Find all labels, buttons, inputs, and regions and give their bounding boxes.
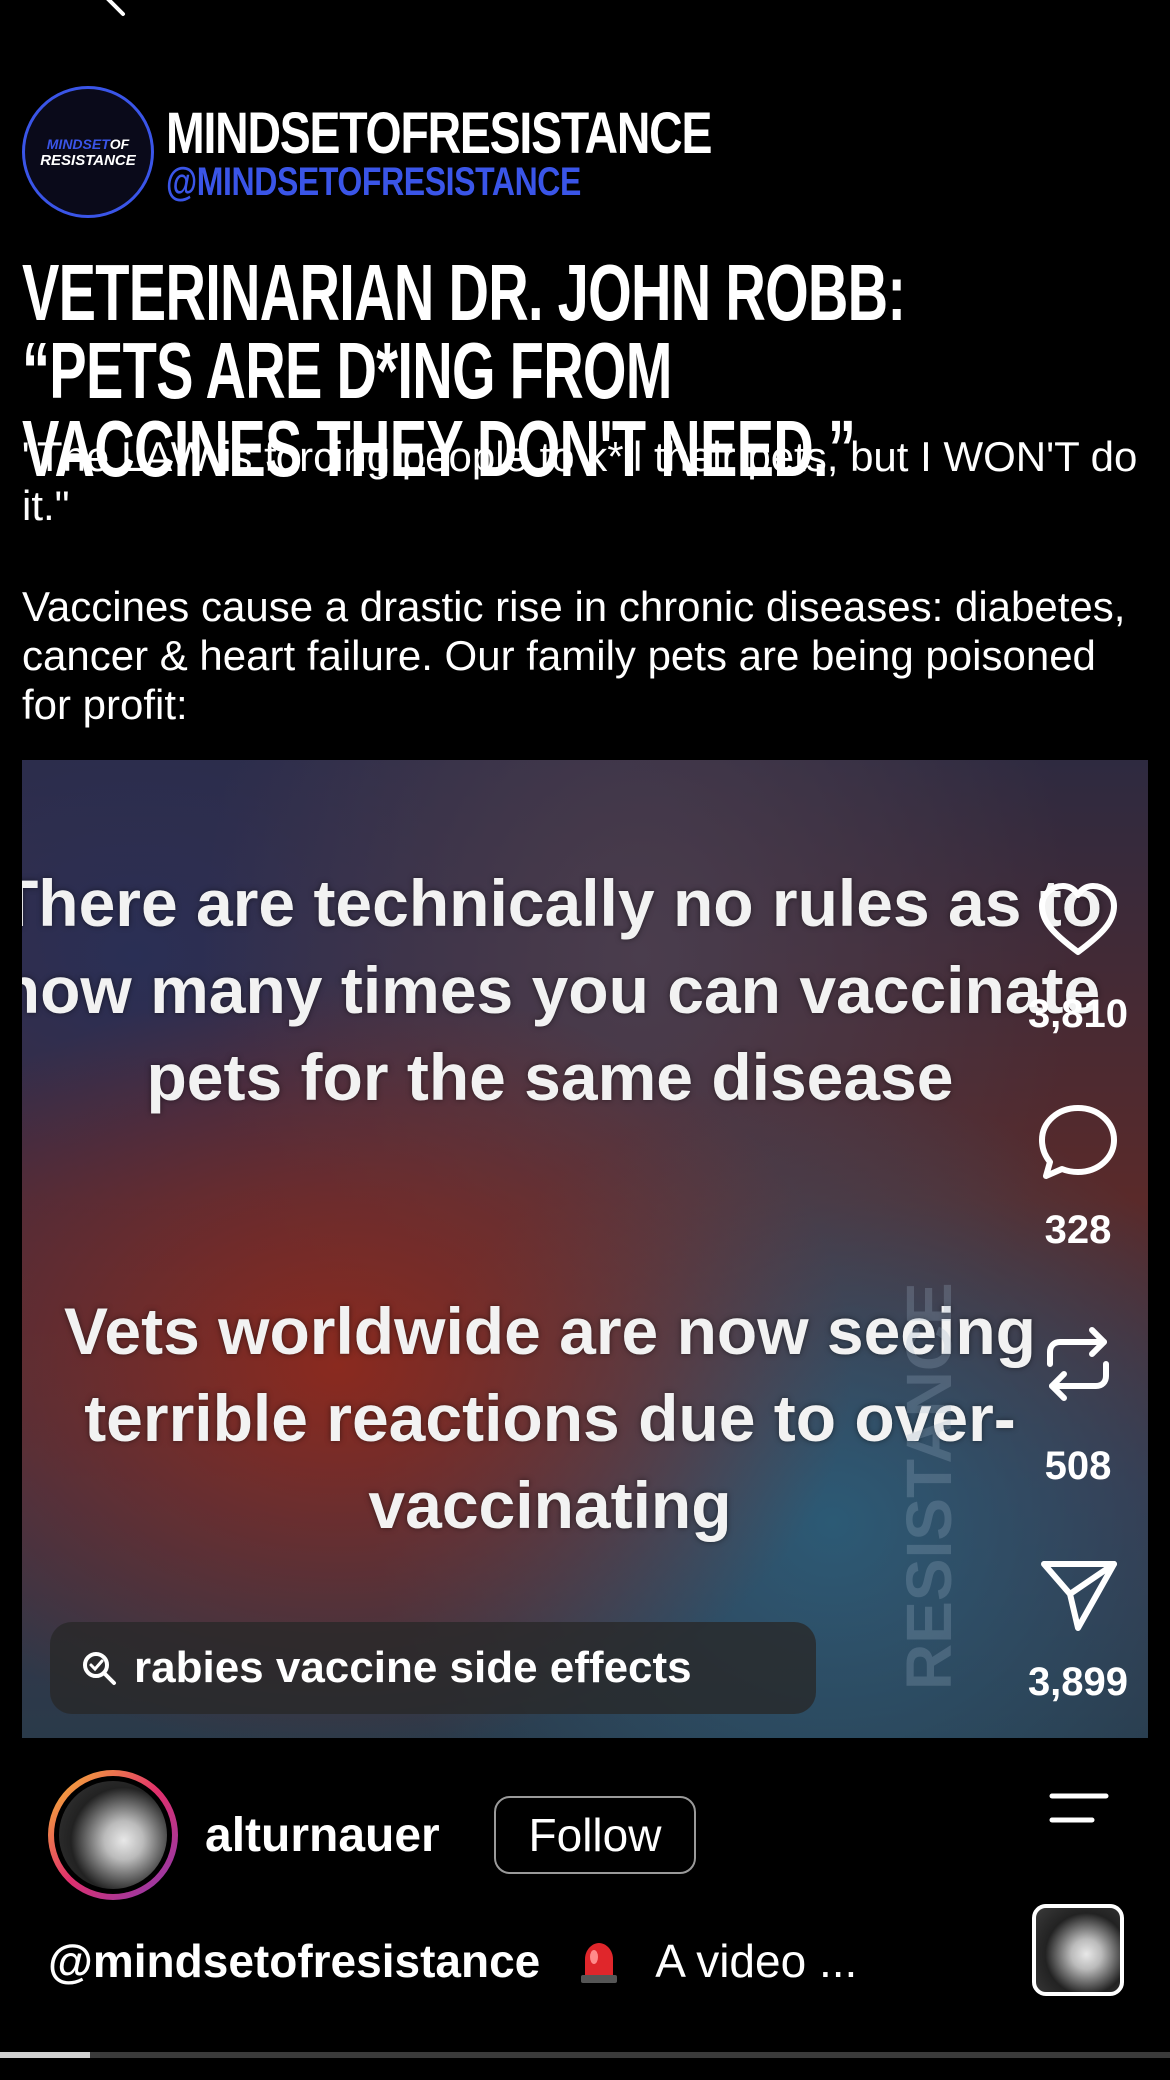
search-suggestion-chip[interactable]: rabies vaccine side effects [50, 1622, 816, 1714]
video-overlay-text-1: There are technically no rules as to how… [22, 866, 1103, 1114]
post-caption[interactable]: @mindsetofresistance A video ... [48, 1934, 857, 1988]
audio-thumbnail[interactable] [1032, 1904, 1124, 1996]
brand-handle: @MINDSETOFRESISTANCE [166, 160, 581, 204]
caption-handle[interactable]: @mindsetofresistance [48, 1935, 540, 1987]
repost-icon[interactable] [1034, 1320, 1122, 1408]
username[interactable]: alturnauer [205, 1808, 440, 1863]
comment-count: 328 [1044, 1208, 1112, 1252]
avatar[interactable] [48, 1770, 178, 1900]
video-progress-fill [0, 2052, 91, 2058]
comment-icon[interactable] [1034, 1098, 1122, 1186]
repost-count: 508 [1044, 1444, 1112, 1488]
share-count: 3,899 [1027, 1660, 1129, 1704]
post-quote: "The LAW is forcing people to k*ll their… [22, 433, 1138, 529]
search-chip-label: rabies vaccine side effects [134, 1643, 692, 1692]
follow-button[interactable]: Follow [494, 1796, 696, 1874]
brand-logo: MINDSETOF RESISTANCE [22, 86, 154, 218]
search-icon [83, 1652, 116, 1685]
caption-text: A video ... [655, 1935, 858, 1987]
share-icon[interactable] [1034, 1548, 1122, 1636]
video-player[interactable]: There are technically no rules as to how… [22, 760, 1148, 1738]
video-watermark: RESISTANCE [893, 1282, 965, 1690]
like-count: 3,810 [1027, 992, 1129, 1036]
brand-name: MINDSETOFRESISTANCE [166, 101, 712, 166]
heart-icon[interactable] [1034, 876, 1122, 964]
post-body: Vaccines cause a drastic rise in chronic… [22, 583, 1126, 728]
menu-icon[interactable] [1048, 1790, 1110, 1830]
siren-emoji-icon [581, 1943, 618, 1983]
back-chevron-icon[interactable] [95, 0, 135, 18]
video-progress-track[interactable] [0, 2052, 1170, 2058]
